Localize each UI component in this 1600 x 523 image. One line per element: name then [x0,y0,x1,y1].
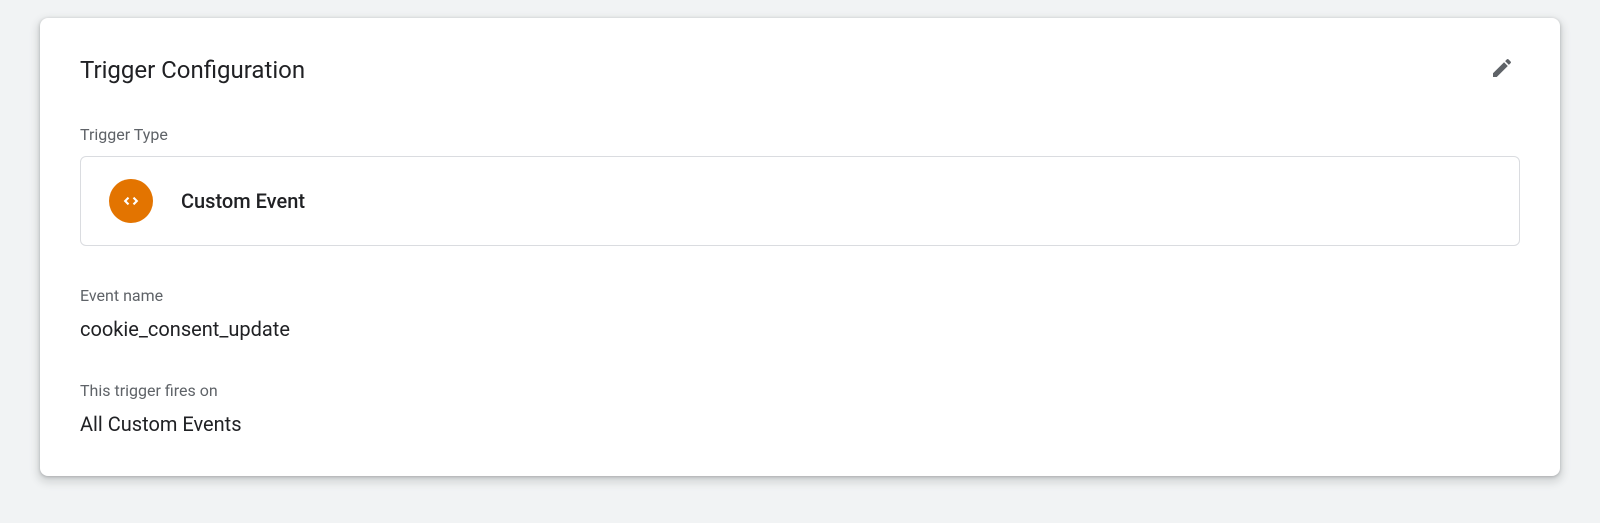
event-name-value: cookie_consent_update [80,317,1520,341]
code-icon [109,179,153,223]
trigger-type-name: Custom Event [181,189,305,213]
fires-on-label: This trigger fires on [80,381,1520,400]
card-title: Trigger Configuration [80,56,305,84]
event-name-field: Event name cookie_consent_update [80,286,1520,341]
trigger-type-box[interactable]: Custom Event [80,156,1520,246]
trigger-configuration-card: Trigger Configuration Trigger Type Custo… [40,18,1560,476]
fires-on-value: All Custom Events [80,412,1520,436]
pencil-icon [1490,56,1514,83]
card-header: Trigger Configuration [80,50,1520,89]
fires-on-field: This trigger fires on All Custom Events [80,381,1520,436]
trigger-type-label: Trigger Type [80,125,1520,144]
edit-button[interactable] [1484,50,1520,89]
event-name-label: Event name [80,286,1520,305]
